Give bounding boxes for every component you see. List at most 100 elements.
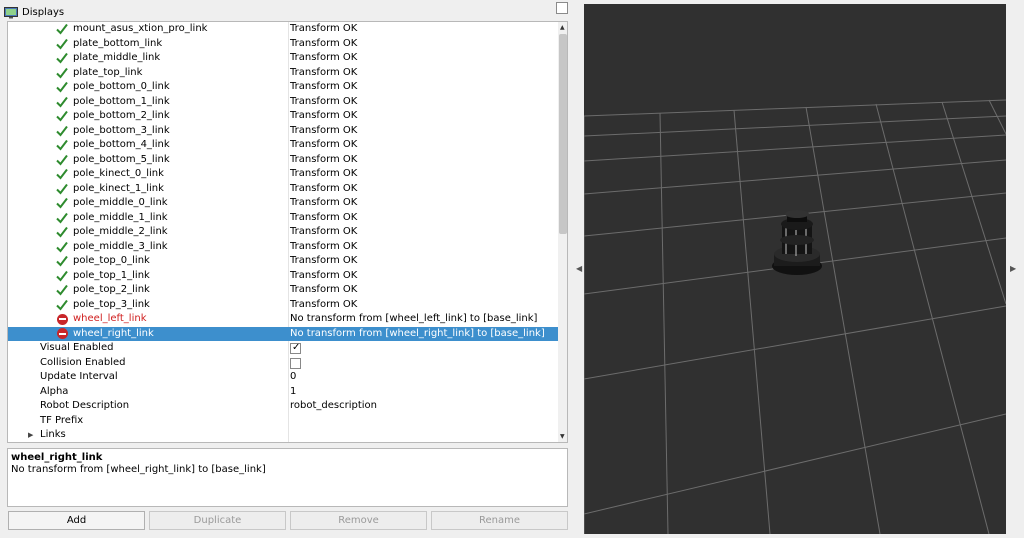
tree-scrollbar[interactable]: ▲ ▼ bbox=[558, 22, 567, 442]
tree-row[interactable]: pole_bottom_2_link Transform OK bbox=[8, 109, 558, 124]
link-status: Transform OK bbox=[290, 284, 358, 295]
property-name: Visual Enabled bbox=[40, 342, 114, 353]
check-icon bbox=[56, 154, 68, 166]
tree-row[interactable]: plate_middle_link Transform OK bbox=[8, 51, 558, 66]
displays-panel-title: Displays bbox=[22, 7, 65, 18]
robot-model[interactable] bbox=[772, 210, 822, 275]
check-icon bbox=[56, 226, 68, 238]
property-checkbox[interactable] bbox=[290, 341, 301, 356]
scroll-up-arrow-icon[interactable]: ▲ bbox=[560, 24, 565, 31]
link-status: Transform OK bbox=[290, 255, 358, 266]
tree-row[interactable]: pole_top_1_link Transform OK bbox=[8, 269, 558, 284]
link-status: Transform OK bbox=[290, 182, 358, 194]
displays-panel: Displays mount_asus_xtion_pro_link Transf… bbox=[0, 0, 572, 538]
undock-button[interactable] bbox=[556, 2, 568, 14]
tree-row[interactable]: pole_top_2_link Transform OK bbox=[8, 283, 558, 298]
link-status: Transform OK bbox=[290, 139, 358, 150]
tree-row[interactable]: pole_top_0_link Transform OK bbox=[8, 254, 558, 269]
check-icon bbox=[56, 110, 68, 122]
check-icon bbox=[56, 168, 68, 180]
check-icon bbox=[56, 197, 68, 209]
grid-view bbox=[584, 99, 1006, 534]
collapse-right-arrow-icon[interactable]: ▶ bbox=[1010, 264, 1016, 273]
link-status: Transform OK bbox=[290, 226, 358, 237]
property-row[interactable]: ▶ Links bbox=[8, 428, 558, 442]
tree-row[interactable]: pole_middle_2_link Transform OK bbox=[8, 225, 558, 240]
link-status: Transform OK bbox=[290, 52, 358, 63]
scroll-down-arrow-icon[interactable]: ▼ bbox=[560, 433, 565, 440]
expand-arrow-icon[interactable]: ▶ bbox=[28, 428, 33, 442]
tree-row[interactable]: pole_bottom_4_link Transform OK bbox=[8, 138, 558, 153]
check-icon bbox=[56, 183, 68, 195]
tree-row[interactable]: plate_bottom_link Transform OK bbox=[8, 37, 558, 52]
rviz-window: Displays mount_asus_xtion_pro_link Transf… bbox=[0, 0, 1024, 538]
displays-tree[interactable]: mount_asus_xtion_pro_link Transform OK pla… bbox=[7, 21, 568, 443]
tree-row[interactable]: pole_bottom_5_link Transform OK bbox=[8, 153, 558, 168]
3d-viewport[interactable] bbox=[584, 4, 1006, 534]
check-icon bbox=[56, 270, 68, 282]
property-row[interactable]: Visual Enabled bbox=[8, 341, 558, 356]
check-icon bbox=[56, 81, 68, 93]
displays-panel-header: Displays bbox=[4, 4, 570, 21]
duplicate-button[interactable]: Duplicate bbox=[149, 511, 286, 530]
scroll-thumb[interactable] bbox=[559, 34, 567, 234]
property-value[interactable]: 1 bbox=[290, 385, 296, 400]
link-name: pole_kinect_1_link bbox=[73, 182, 164, 194]
check-icon bbox=[56, 241, 68, 253]
link-status: Transform OK bbox=[290, 211, 358, 223]
link-name: plate_bottom_link bbox=[73, 37, 163, 49]
rename-button[interactable]: Rename bbox=[431, 511, 568, 530]
property-row[interactable]: Collision Enabled bbox=[8, 356, 558, 371]
tree-row[interactable]: pole_kinect_0_link Transform OK bbox=[8, 167, 558, 182]
link-name: pole_middle_2_link bbox=[73, 226, 168, 237]
tree-row[interactable]: pole_middle_1_link Transform OK bbox=[8, 211, 558, 226]
add-button[interactable]: Add bbox=[8, 511, 145, 530]
link-name: pole_bottom_2_link bbox=[73, 110, 170, 121]
tree-row[interactable]: mount_asus_xtion_pro_link Transform OK bbox=[8, 22, 558, 37]
link-name: pole_middle_1_link bbox=[73, 211, 168, 223]
link-name: pole_middle_3_link bbox=[73, 240, 168, 252]
check-icon bbox=[56, 139, 68, 151]
check-icon bbox=[56, 255, 68, 267]
tree-row[interactable]: wheel_left_link No transform from [wheel_… bbox=[8, 312, 558, 327]
property-value[interactable]: 0 bbox=[290, 370, 296, 385]
tree-row[interactable]: pole_middle_0_link Transform OK bbox=[8, 196, 558, 211]
link-name: plate_middle_link bbox=[73, 52, 161, 63]
link-name: pole_bottom_4_link bbox=[73, 139, 170, 150]
check-icon bbox=[56, 38, 68, 50]
tree-row[interactable]: pole_bottom_3_link Transform OK bbox=[8, 124, 558, 139]
check-icon bbox=[56, 212, 68, 224]
link-name: pole_kinect_0_link bbox=[73, 168, 164, 179]
property-name: Alpha bbox=[40, 385, 69, 397]
link-status: Transform OK bbox=[290, 168, 358, 179]
property-name: Links bbox=[40, 429, 66, 440]
description-title: wheel_right_link bbox=[11, 452, 103, 463]
check-icon bbox=[56, 23, 68, 35]
link-name: pole_bottom_0_link bbox=[73, 81, 170, 92]
collapse-left-arrow-icon[interactable]: ◀ bbox=[576, 264, 582, 273]
property-checkbox[interactable] bbox=[290, 357, 301, 369]
tree-row[interactable]: pole_middle_3_link Transform OK bbox=[8, 240, 558, 255]
link-name: pole_top_0_link bbox=[73, 255, 150, 266]
link-name: mount_asus_xtion_pro_link bbox=[73, 23, 208, 34]
tree-row[interactable]: pole_bottom_0_link Transform OK bbox=[8, 80, 558, 95]
property-row[interactable]: Robot Description robot_description bbox=[8, 399, 558, 414]
link-name: pole_top_3_link bbox=[73, 298, 150, 310]
link-name: pole_top_1_link bbox=[73, 269, 150, 281]
check-icon bbox=[56, 52, 68, 64]
property-name: Collision Enabled bbox=[40, 356, 126, 368]
tree-row[interactable]: wheel_right_link No transform from [wheel… bbox=[8, 326, 558, 341]
link-name: pole_bottom_5_link bbox=[73, 153, 170, 165]
link-status: Transform OK bbox=[290, 110, 358, 121]
tree-row[interactable]: plate_top_link Transform OK bbox=[8, 66, 558, 81]
tree-row[interactable]: pole_kinect_1_link Transform OK bbox=[8, 182, 558, 197]
link-status: No transform from [wheel_right_link] to … bbox=[290, 327, 545, 339]
error-icon bbox=[57, 328, 68, 339]
tree-row[interactable]: pole_top_3_link Transform OK bbox=[8, 298, 558, 313]
property-row[interactable]: TF Prefix bbox=[8, 414, 558, 429]
tree-row[interactable]: pole_bottom_1_link Transform OK bbox=[8, 95, 558, 110]
remove-button[interactable]: Remove bbox=[290, 511, 427, 530]
property-row[interactable]: Update Interval 0 bbox=[8, 370, 558, 385]
property-row[interactable]: Alpha 1 bbox=[8, 385, 558, 400]
property-value[interactable]: robot_description bbox=[290, 399, 377, 414]
